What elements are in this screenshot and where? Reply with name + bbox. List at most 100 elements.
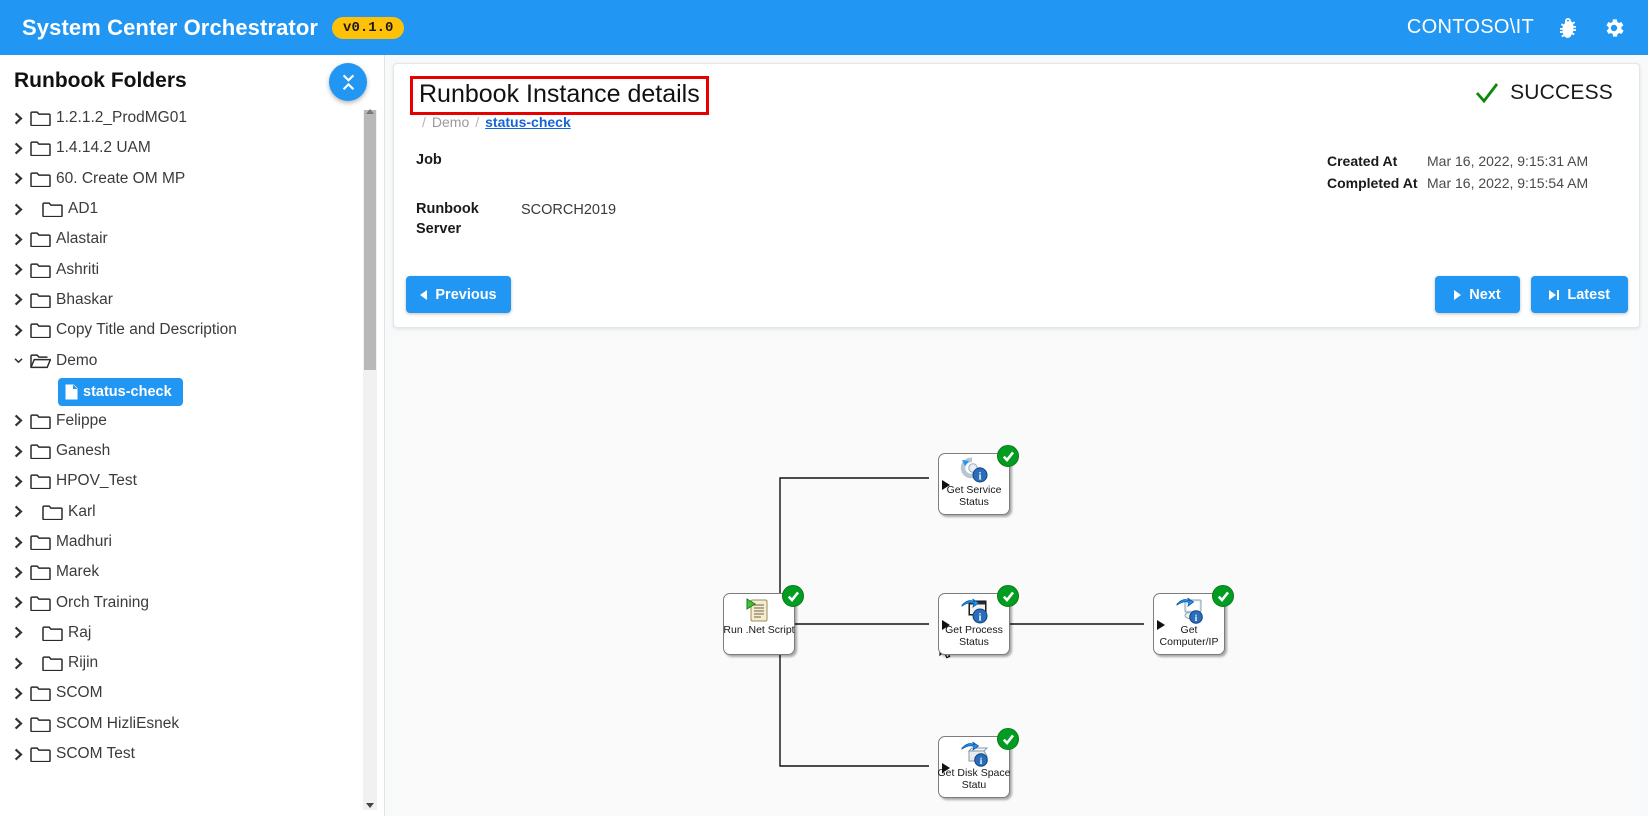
sidebar-scrollbar-thumb[interactable]	[364, 110, 376, 370]
chevron-right-icon[interactable]	[10, 505, 26, 518]
folder-item-label: SCOM HizliEsnek	[56, 714, 180, 732]
folder-item-label: Madhuri	[56, 533, 112, 550]
diagram-node-get-service-status[interactable]: i Get Service Status	[938, 445, 1019, 515]
chevron-right-icon	[14, 233, 23, 246]
folder-item-orch-training[interactable]: Orch Training	[0, 587, 384, 617]
input-arrow-icon	[942, 620, 950, 630]
chevron-right-icon[interactable]	[10, 324, 26, 337]
previous-button[interactable]: Previous	[406, 276, 511, 313]
chevron-right-icon	[14, 414, 23, 427]
folder-item-label: Rijin	[68, 654, 99, 672]
folder-item-hpov-test[interactable]: HPOV_Test	[0, 466, 384, 496]
topbar-right-group: CONTOSO\IT	[1407, 16, 1626, 40]
chevron-right-icon[interactable]	[10, 566, 26, 579]
chevron-right-icon	[14, 203, 23, 215]
status-text: SUCCESS	[1510, 81, 1613, 104]
diagram-node-get-disk-space-status[interactable]: i Get Disk Space Statu	[938, 728, 1019, 798]
folder-item-karl[interactable]: Karl	[0, 497, 384, 527]
folder-icon	[30, 292, 51, 308]
script-icon	[744, 597, 774, 624]
next-button[interactable]: Next	[1435, 276, 1520, 313]
folder-item-1-4-14-2-uam[interactable]: 1.4.14.2 UAM	[0, 133, 384, 163]
chevron-right-icon[interactable]	[10, 112, 26, 125]
diagram-node-run-net-script[interactable]: Run .Net Script	[723, 585, 804, 655]
folder-item-scom-test[interactable]: SCOM Test	[0, 739, 384, 769]
chevron-right-icon[interactable]	[10, 293, 26, 306]
diagram-node-get-computer-ip[interactable]: i Get Computer/IP	[1153, 585, 1234, 655]
folder-item-madhuri[interactable]: Madhuri	[0, 527, 384, 557]
chevron-right-icon	[14, 263, 23, 276]
chevron-right-icon[interactable]	[10, 475, 26, 488]
folder-icon	[42, 625, 63, 641]
folder-item-ganesh[interactable]: Ganesh	[0, 436, 384, 466]
folder-item-raj[interactable]: Raj	[0, 618, 384, 648]
folder-item-marek[interactable]: Marek	[0, 557, 384, 587]
chevron-right-icon[interactable]	[10, 626, 26, 639]
chevron-right-icon[interactable]	[10, 172, 26, 185]
breadcrumb-folder[interactable]: Demo	[432, 114, 469, 130]
folder-item-label: Alastair	[56, 230, 108, 248]
folder-open-icon	[30, 353, 51, 368]
folder-item-60-create-om-mp[interactable]: 60. Create OM MP	[0, 164, 384, 194]
chevron-right-icon[interactable]	[10, 203, 26, 216]
folder-icon	[42, 655, 63, 672]
folder-item-ad1[interactable]: AD1	[0, 194, 384, 224]
folder-item-label: Felippe	[56, 411, 107, 429]
runbook-diagram[interactable]: Run .Net Script i Get Service Status i Get P…	[393, 338, 1640, 816]
latest-button[interactable]: Latest	[1531, 276, 1628, 313]
breadcrumb-runbook-link[interactable]: status-check	[485, 114, 571, 130]
folder-item-demo[interactable]: Demo	[0, 345, 384, 375]
folder-item-bhaskar[interactable]: Bhaskar	[0, 285, 384, 315]
disk-icon: i	[959, 740, 989, 767]
success-check-badge	[997, 728, 1019, 750]
collapse-expand-button[interactable]	[329, 63, 367, 101]
runbook-item-status-check[interactable]: status-check	[58, 377, 183, 406]
check-icon	[1002, 451, 1014, 462]
chevron-right-icon[interactable]	[10, 233, 26, 246]
folder-item-rijin[interactable]: Rijin	[0, 648, 384, 678]
folder-open-icon	[30, 353, 51, 369]
folder-tree[interactable]: 1.2.1.2_ProdMG01 1.4.14.2 UAM 60. Create O…	[0, 103, 384, 816]
folder-item-alastair[interactable]: Alastair	[0, 224, 384, 254]
chevron-right-icon[interactable]	[10, 445, 26, 458]
folder-icon	[30, 414, 51, 429]
runbook-item-label: status-check	[83, 383, 172, 400]
chevron-right-icon[interactable]	[10, 687, 26, 700]
folder-item-label: 1.2.1.2_ProdMG01	[56, 109, 187, 127]
diagram-node-get-process-status[interactable]: i Get Process Status	[938, 585, 1019, 655]
chevron-right-icon[interactable]	[10, 414, 26, 427]
chevron-right-icon	[14, 626, 23, 639]
chevron-right-icon[interactable]	[10, 748, 26, 761]
folder-item-scom-hizliesnek[interactable]: SCOM HizliEsnek	[0, 709, 384, 739]
process-window-icon: i	[959, 597, 989, 624]
scroll-down-arrow-icon[interactable]	[366, 803, 374, 808]
chevron-right-icon[interactable]	[10, 263, 26, 276]
latest-button-label: Latest	[1567, 286, 1611, 303]
chevron-right-icon[interactable]	[10, 596, 26, 609]
skip-to-end-icon	[1548, 289, 1560, 300]
breadcrumb-separator-2: /	[475, 114, 480, 130]
top-navigation-bar: System Center Orchestrator v0.1.0 CONTOS…	[0, 0, 1648, 55]
scroll-up-arrow-icon[interactable]	[366, 109, 374, 114]
next-button-label: Next	[1469, 286, 1501, 303]
sidebar-title: Runbook Folders	[14, 69, 187, 92]
chevron-right-icon[interactable]	[10, 717, 26, 730]
chevron-right-icon[interactable]	[10, 142, 26, 155]
folder-icon	[30, 322, 51, 339]
gear-icon[interactable]	[1602, 16, 1626, 40]
folder-item-ashriti[interactable]: Ashriti	[0, 254, 384, 284]
folder-item-copy-title-and-description[interactable]: Copy Title and Description	[0, 315, 384, 345]
runbook-server-label: Runbook Server	[416, 201, 479, 237]
chevron-right-icon[interactable]	[10, 536, 26, 549]
folder-item-felippe[interactable]: Felippe	[0, 406, 384, 436]
chevron-right-icon	[14, 324, 23, 337]
folder-icon	[30, 323, 51, 339]
chevron-right-icon[interactable]	[10, 657, 26, 670]
folder-item-scom[interactable]: SCOM	[0, 678, 384, 708]
folder-item-1-2-1-2-prodmg01[interactable]: 1.2.1.2_ProdMG01	[0, 103, 384, 133]
chevron-down-icon[interactable]	[10, 354, 26, 367]
sidebar-scrollbar-track[interactable]	[363, 109, 377, 810]
bug-icon[interactable]	[1556, 16, 1580, 40]
chevron-right-icon	[14, 536, 23, 548]
chevron-right-icon	[14, 596, 23, 609]
